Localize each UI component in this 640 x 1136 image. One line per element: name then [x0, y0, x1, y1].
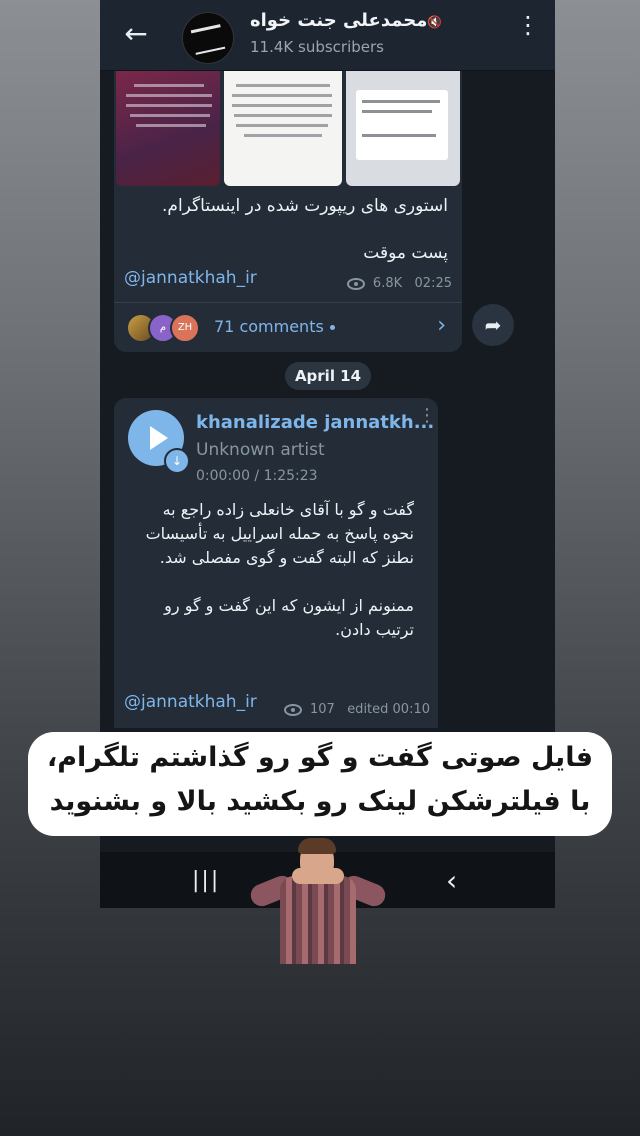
- view-count: 6.8K: [372, 276, 403, 291]
- chat-header: ← محمدعلی جنت خواه 🔇 11.4K subscribers ⋮: [100, 0, 555, 71]
- story-thumbnail[interactable]: [346, 70, 460, 186]
- story-thumbnail[interactable]: [116, 70, 220, 186]
- chevron-right-icon: ›: [437, 313, 446, 338]
- arrow-left-icon[interactable]: ←: [120, 18, 152, 50]
- channel-avatar[interactable]: [182, 12, 234, 64]
- channel-post[interactable]: استوری های ریپورت شده در اینستاگرام. پست…: [114, 70, 462, 352]
- story-screenshots[interactable]: [116, 70, 460, 186]
- muted-speaker-icon: 🔇: [427, 15, 442, 29]
- post-text: استوری های ریپورت شده در اینستاگرام.: [162, 196, 448, 216]
- views-icon: [346, 277, 365, 290]
- comments-label: 71 comments: [214, 317, 335, 336]
- commenter-avatar: ZH: [170, 313, 200, 343]
- post-meta: 6.8K 02:25: [346, 276, 452, 291]
- story-caption: فایل صوتی گفت و گو رو گذاشتم تلگرام، با …: [28, 732, 612, 836]
- audio-title: khanalizade jannatkh...: [196, 412, 435, 433]
- audio-menu-icon[interactable]: ⋮: [418, 407, 436, 438]
- recent-apps-icon[interactable]: |||: [192, 868, 220, 893]
- person-sticker: [247, 838, 389, 964]
- person-hair: [298, 838, 336, 854]
- audio-artist: Unknown artist: [196, 440, 325, 460]
- post-time: 02:25: [414, 276, 452, 291]
- subscriber-count: 11.4K subscribers: [250, 38, 384, 56]
- post-meta: 107 edited 00:10: [283, 702, 430, 717]
- comments-button[interactable]: م ZH 71 comments ›: [114, 303, 462, 352]
- post-paragraph: ممنونم از ایشون که این گفت و گو رو ترتیب…: [164, 596, 414, 639]
- post-subtext: پست موقت: [363, 243, 448, 263]
- article-card: [356, 90, 448, 160]
- caption-line-2: با فیلترشکن لینک رو بکشید بالا و بشنوید: [49, 786, 591, 817]
- date-separator: April 14: [285, 362, 371, 390]
- person-shirt: [280, 876, 356, 964]
- channel-handle-link[interactable]: @jannatkhah_ir: [124, 692, 257, 712]
- edited-time: edited 00:10: [347, 702, 430, 717]
- channel-handle-link[interactable]: @jannatkhah_ir: [124, 268, 257, 288]
- story-thumbnail[interactable]: [224, 70, 342, 186]
- download-icon[interactable]: ↓: [164, 448, 190, 474]
- unread-dot: [329, 325, 335, 330]
- caption-line-1: فایل صوتی گفت و گو رو گذاشتم تلگرام،: [46, 742, 594, 773]
- more-vertical-icon[interactable]: ⋮: [516, 13, 540, 50]
- share-icon[interactable]: ➦: [472, 304, 514, 346]
- views-icon: [283, 703, 302, 716]
- channel-title[interactable]: محمدعلی جنت خواه: [250, 10, 427, 31]
- channel-post-audio[interactable]: ↓ khanalizade jannatkh... Unknown artist…: [114, 398, 438, 728]
- audio-duration: 0:00:00 / 1:25:23: [196, 468, 318, 484]
- post-text: گفت و گو با آقای خانعلی زاده راجع به نحو…: [134, 498, 414, 666]
- view-count: 107: [309, 702, 335, 717]
- nav-back-icon[interactable]: ‹: [446, 864, 457, 897]
- post-paragraph: گفت و گو با آقای خانعلی زاده راجع به نحو…: [145, 500, 414, 567]
